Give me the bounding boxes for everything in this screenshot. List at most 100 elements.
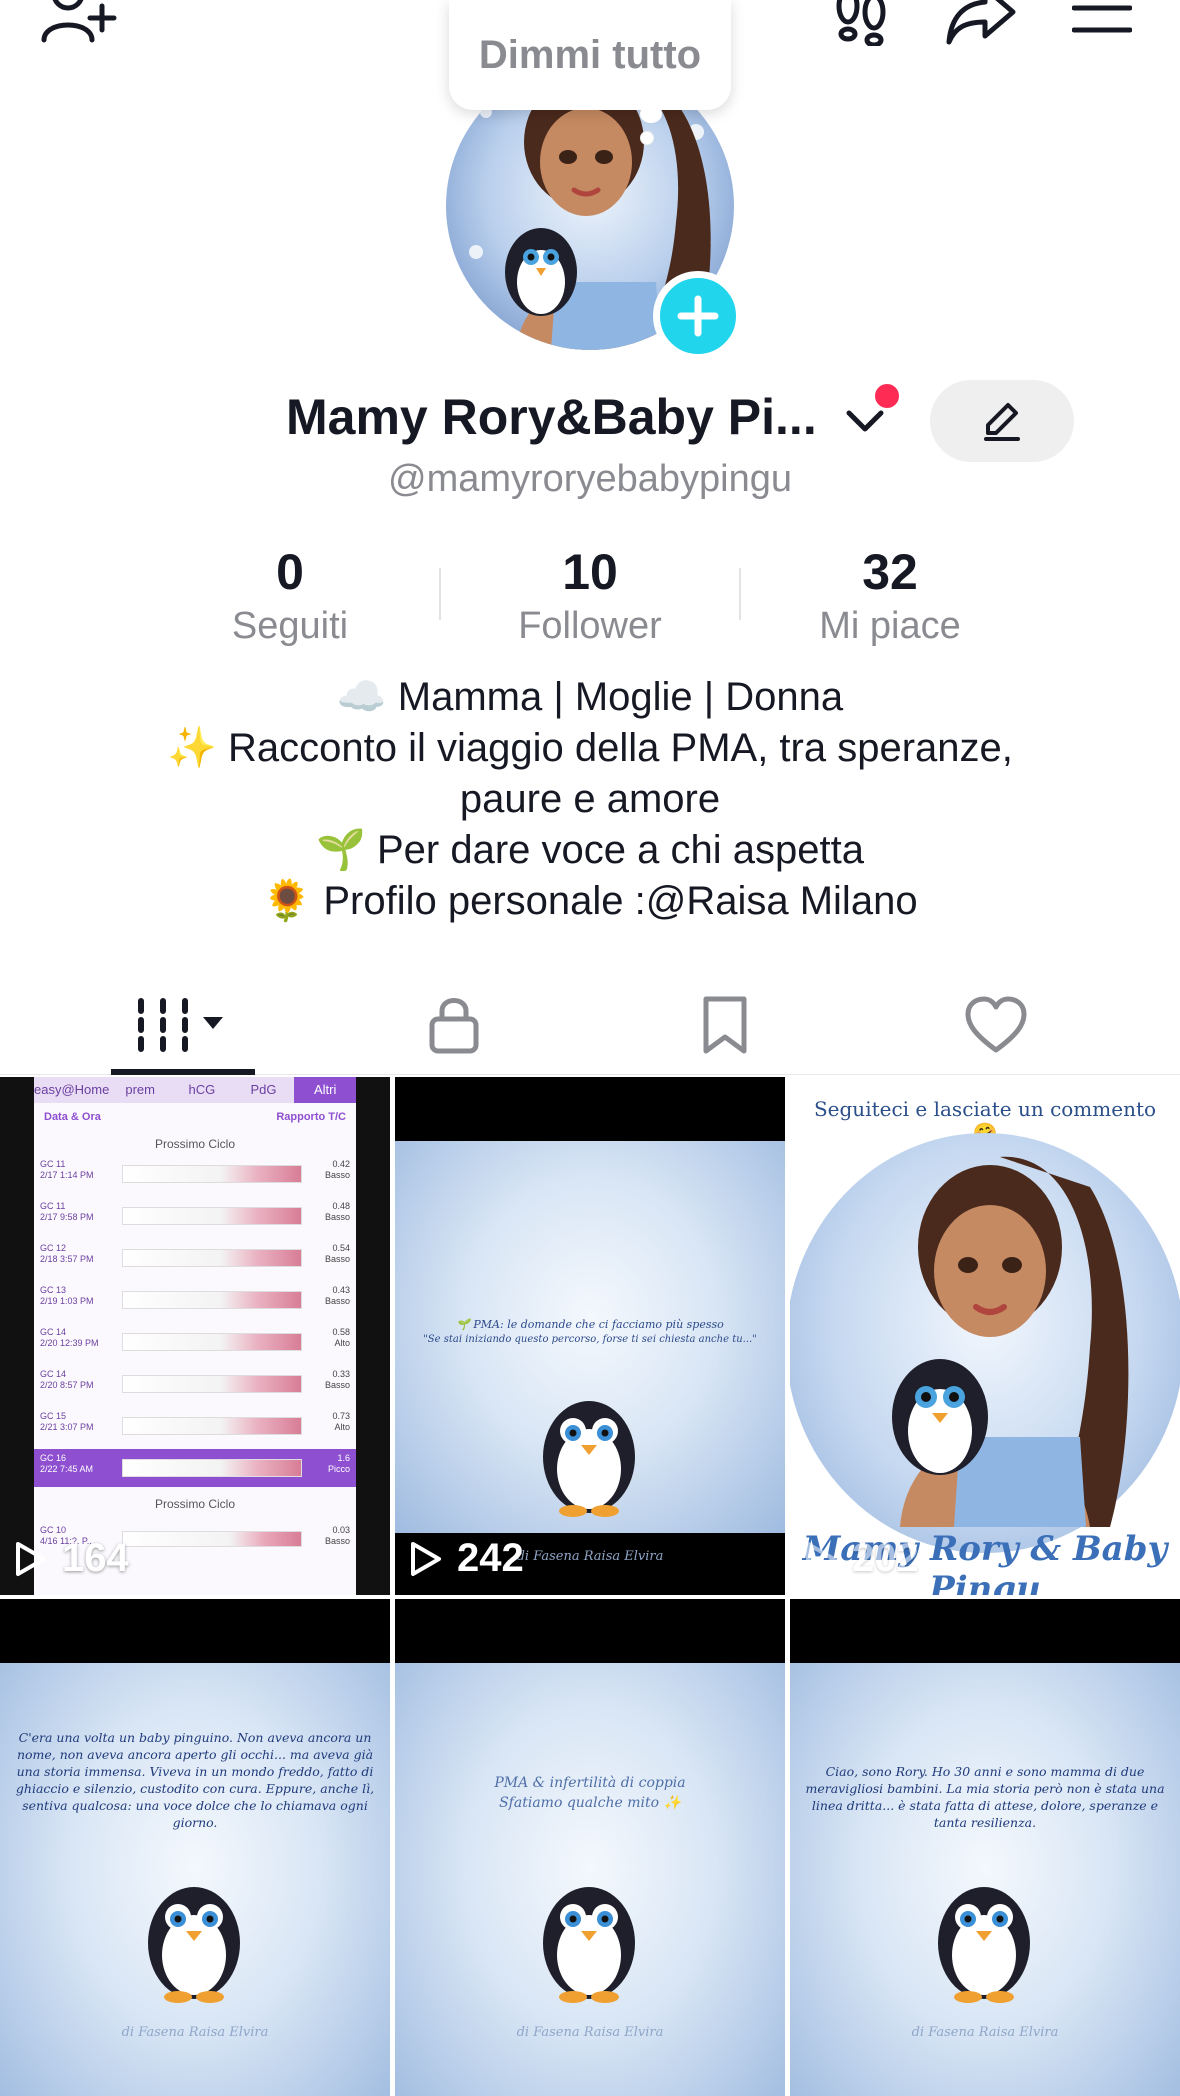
chart-ratio: 0.48 (332, 1201, 350, 1211)
chart-ratio: 0.42 (332, 1159, 350, 1169)
chart-day: GC 11 (40, 1201, 66, 1211)
saved-tab[interactable] (590, 975, 860, 1075)
chevron-down-icon[interactable] (845, 408, 885, 439)
lock-icon (429, 998, 479, 1054)
video-thumbnail[interactable]: 🌱 PMA: le domande che ci facciamo più sp… (395, 1077, 785, 1595)
username-handle: @mamyroryebabypingu (388, 458, 792, 500)
bio-line: paure e amore (459, 777, 721, 821)
followers-label: Follower (518, 605, 662, 647)
status-bubble[interactable]: Dimmi tutto (449, 0, 731, 110)
chart-date: 2/20 8:57 PM (40, 1380, 94, 1390)
pencil-icon (984, 403, 1020, 441)
chart-date: 2/20 12:39 PM (40, 1338, 99, 1348)
add-friend-icon[interactable] (40, 0, 120, 48)
edit-profile-button[interactable] (930, 380, 1074, 462)
chart-tabs: easy@Home prem hCG PdG Altri (34, 1077, 357, 1103)
liked-tab[interactable] (861, 975, 1131, 1075)
test-strip (122, 1531, 302, 1547)
chart-day: GC 12 (40, 1243, 67, 1253)
chart-level: Alto (334, 1338, 350, 1348)
chart-day: GC 14 (40, 1369, 67, 1379)
chart-day: GC 14 (40, 1327, 67, 1337)
heart-icon (965, 996, 1027, 1053)
chart-date: 2/22 7:45 AM (40, 1464, 94, 1474)
active-tab-indicator (111, 1069, 255, 1075)
stat-likes[interactable]: 32 Mi piace (740, 540, 1040, 648)
chart-rows: GC 11 2/17 1:14 PM 0.42 Basso GC 11 2/17 9:58… (34, 1155, 356, 1487)
chart-tab: PdG (250, 1082, 277, 1097)
view-count: 202 (804, 1536, 919, 1581)
add-avatar-button[interactable] (653, 271, 743, 361)
thumbnail-art: C'era una volta un baby pinguino. Non av… (0, 1663, 390, 2096)
play-icon (16, 1541, 46, 1576)
following-count: 0 (276, 544, 304, 600)
chart-tab: easy@Home (34, 1082, 110, 1097)
video-thumbnail[interactable]: PMA & infertilità di coppia Sfatiamo qua… (395, 1599, 785, 2096)
chart-level: Basso (324, 1254, 350, 1264)
penguin-illustration (148, 1887, 240, 2003)
penguin-illustration (543, 1887, 635, 2003)
bio-line[interactable]: 🌻 Profilo personale :@Raisa Milano (0, 876, 1180, 927)
chart-section-title: Prossimo Ciclo (154, 1497, 235, 1511)
thumbnail-caption: 🌱 PMA: le domande che ci facciamo più sp… (456, 1318, 724, 1331)
chart-level: Basso (324, 1536, 350, 1546)
plus-icon (677, 295, 719, 337)
chart-ratio: 0.73 (332, 1411, 350, 1421)
stat-following[interactable]: 0 Seguiti (140, 540, 440, 648)
thumbnail-art: easy@Home prem hCG PdG Altri Data & Ora … (0, 1077, 390, 1595)
chart-header: Data & Ora Rapporto T/C (34, 1103, 356, 1123)
notification-dot (875, 384, 899, 408)
chart-level: Basso (324, 1170, 350, 1180)
name-row: Mamy Rory&Baby Pi... (0, 380, 1180, 462)
test-strip (122, 1207, 302, 1225)
video-thumbnail[interactable]: easy@Home prem hCG PdG Altri Data & Ora … (0, 1077, 390, 1595)
chart-ratio: 0.43 (332, 1285, 350, 1295)
bubble-tail (640, 105, 662, 123)
footprints-icon[interactable] (830, 0, 892, 46)
chart-row: GC 12 2/18 3:57 PM 0.54 Basso (34, 1239, 356, 1277)
chart-level: Basso (324, 1380, 350, 1390)
video-grid: easy@Home prem hCG PdG Altri Data & Ora … (0, 1077, 1180, 2096)
test-strip (122, 1459, 302, 1477)
chart-day: GC 13 (40, 1285, 67, 1295)
thumbnail-art: 🌱 PMA: le domande che ci facciamo più sp… (395, 1141, 785, 1564)
video-thumbnail[interactable]: Seguiteci e lasciate un commento 🤗 Mamy … (790, 1077, 1180, 1595)
bookmark-icon (703, 996, 747, 1054)
chart-col-right: Rapporto T/C (276, 1111, 346, 1123)
view-count-text: 164 (62, 1536, 129, 1580)
chart-row: GC 16 2/22 7:45 AM 1.6 Picco (34, 1449, 356, 1487)
following-label: Seguiti (231, 605, 349, 647)
chart-day: GC 16 (40, 1453, 67, 1463)
view-count-text: 202 (852, 1536, 919, 1580)
status-bubble-text: Dimmi tutto (478, 32, 702, 77)
mom-penguin-illustration (892, 1156, 1129, 1527)
test-strip (122, 1291, 302, 1309)
chart-day: GC 11 (40, 1159, 66, 1169)
private-tab[interactable] (319, 975, 589, 1075)
menu-icon[interactable] (1072, 4, 1132, 34)
chart-row: GC 13 2/19 1:03 PM 0.43 Basso (34, 1281, 356, 1319)
chart-row: GC 11 2/17 1:14 PM 0.42 Basso (34, 1155, 356, 1193)
thumbnail-caption: "Se stai iniziando questo percorso, fors… (423, 1334, 757, 1345)
likes-count: 32 (862, 544, 918, 600)
profile-tabs (0, 975, 1180, 1075)
chart-row: GC 14 2/20 8:57 PM 0.33 Basso (34, 1365, 356, 1403)
chart-tab: hCG (188, 1082, 216, 1097)
thumbnail-signature: di Fasena Raisa Elvira (911, 2025, 1059, 2040)
share-icon[interactable] (945, 0, 1017, 46)
chart-date: 2/17 1:14 PM (40, 1170, 94, 1180)
thumbnail-caption: PMA & infertilità di coppia Sfatiamo qua… (494, 1775, 686, 1811)
test-strip (122, 1417, 302, 1435)
videos-tab[interactable] (48, 975, 318, 1075)
stat-followers[interactable]: 10 Follower (440, 540, 740, 648)
display-name[interactable]: Mamy Rory&Baby Pi... (286, 388, 817, 446)
video-thumbnail[interactable]: C'era una volta un baby pinguino. Non av… (0, 1599, 390, 2096)
video-thumbnail[interactable]: Ciao, sono Rory. Ho 30 anni e sono mamma… (790, 1599, 1180, 2096)
penguin-illustration (543, 1401, 635, 1517)
chart-row: GC 14 2/20 12:39 PM 0.58 Alto (34, 1323, 356, 1361)
thumbnail-signature: di Fasena Raisa Elvira (121, 2025, 269, 2040)
likes-label: Mi piace (819, 605, 961, 647)
penguin-illustration (938, 1887, 1030, 2003)
grid-bars-icon (138, 998, 223, 1052)
chart-level: Basso (324, 1296, 350, 1306)
